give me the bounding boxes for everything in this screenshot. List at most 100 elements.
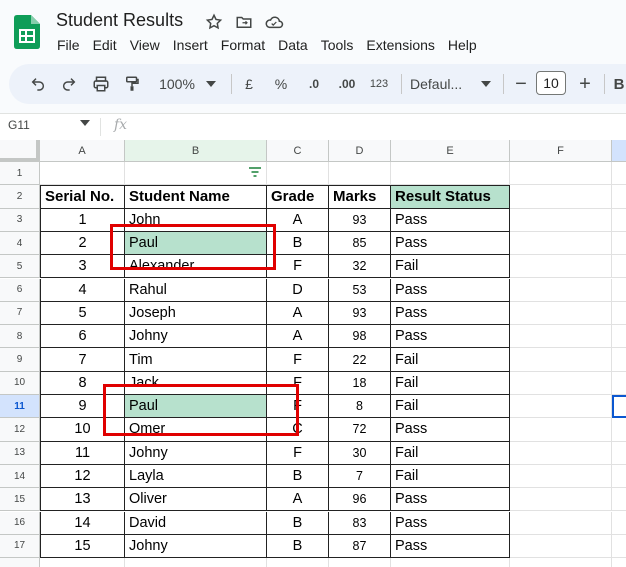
cell-grade[interactable]: F [267, 348, 329, 372]
cell[interactable] [510, 162, 612, 186]
cell-grade[interactable]: D [267, 278, 329, 302]
document-title[interactable]: Student Results [56, 10, 183, 31]
column-header-a[interactable]: A [40, 140, 125, 162]
cell-marks[interactable]: 83 [329, 511, 391, 535]
cell[interactable] [40, 162, 125, 186]
row-header[interactable]: 1 [0, 162, 40, 186]
menu-view[interactable]: View [130, 37, 160, 53]
cell-marks[interactable]: 93 [329, 208, 391, 232]
cell-serial[interactable]: 13 [40, 488, 125, 512]
cell-marks[interactable]: 96 [329, 488, 391, 512]
cell-status[interactable]: Pass [391, 231, 510, 256]
cell[interactable] [125, 558, 267, 567]
menu-tools[interactable]: Tools [321, 37, 354, 53]
menu-format[interactable]: Format [221, 37, 265, 53]
cell-serial[interactable]: 1 [40, 208, 125, 232]
cell-marks[interactable]: 72 [329, 418, 391, 442]
cell-grade[interactable]: B [267, 464, 329, 489]
cell-marks[interactable]: 7 [329, 464, 391, 489]
cell-grade[interactable]: B [267, 511, 329, 535]
increase-decimal-button[interactable]: .00 [333, 64, 361, 104]
cell-status[interactable]: Pass [391, 511, 510, 535]
cell-grade[interactable]: F [267, 441, 329, 465]
cloud-status-icon[interactable] [264, 12, 284, 32]
column-header-g[interactable] [612, 140, 626, 162]
cell-status[interactable]: Fail [391, 255, 510, 279]
cell[interactable] [510, 558, 612, 567]
cell[interactable] [612, 302, 626, 326]
cell[interactable] [510, 325, 612, 349]
cell-status[interactable]: Pass [391, 534, 510, 559]
cell[interactable] [510, 395, 612, 419]
cell-name[interactable]: Johny [125, 441, 267, 465]
cell-name[interactable]: Tim [125, 348, 267, 372]
cell-status[interactable]: Fail [391, 371, 510, 395]
cell[interactable] [612, 162, 626, 186]
row-header[interactable]: 5 [0, 255, 40, 279]
row-header[interactable]: 4 [0, 231, 40, 256]
cell[interactable] [612, 232, 626, 256]
star-icon[interactable] [204, 12, 224, 32]
cell[interactable] [510, 348, 612, 372]
cell-serial[interactable]: 3 [40, 255, 125, 279]
cell-grade[interactable]: A [267, 325, 329, 349]
cell[interactable] [510, 208, 612, 232]
cell[interactable] [510, 255, 612, 279]
cell-name[interactable]: Alexander [125, 255, 267, 279]
cell[interactable] [612, 512, 626, 535]
cell-serial[interactable]: 8 [40, 371, 125, 395]
redo-icon[interactable] [56, 64, 82, 104]
menu-insert[interactable]: Insert [173, 37, 208, 53]
cell-name[interactable]: John [125, 208, 267, 232]
cell-grade[interactable]: B [267, 231, 329, 256]
decrease-font-size-button[interactable]: − [511, 64, 531, 104]
print-icon[interactable] [88, 64, 114, 104]
cell-serial[interactable]: 5 [40, 301, 125, 326]
cell[interactable] [612, 442, 626, 465]
cell[interactable] [510, 231, 612, 256]
row-header[interactable]: 7 [0, 301, 40, 326]
menu-help[interactable]: Help [448, 37, 477, 53]
undo-icon[interactable] [25, 64, 51, 104]
cell-grade[interactable]: F [267, 395, 329, 419]
cell[interactable] [510, 441, 612, 465]
cell-status[interactable]: Fail [391, 464, 510, 489]
cell-status[interactable]: Pass [391, 278, 510, 302]
number-format-button[interactable]: 123 [366, 64, 392, 104]
cell-serial[interactable]: 9 [40, 395, 125, 419]
name-box[interactable]: G11 [8, 118, 30, 132]
sheets-logo-icon[interactable] [14, 15, 40, 49]
increase-font-size-button[interactable]: + [575, 64, 595, 104]
cell-serial[interactable]: 7 [40, 348, 125, 372]
menu-data[interactable]: Data [278, 37, 308, 53]
cell[interactable] [125, 162, 267, 186]
cell[interactable] [40, 558, 125, 567]
cell-status[interactable]: Pass [391, 325, 510, 349]
cell[interactable] [329, 162, 391, 186]
cell-serial[interactable]: 10 [40, 418, 125, 442]
row-header[interactable]: 12 [0, 418, 40, 442]
row-header[interactable]: 2 [0, 185, 40, 209]
cell[interactable] [510, 371, 612, 395]
cell-serial[interactable]: 4 [40, 278, 125, 302]
cell[interactable] [510, 418, 612, 442]
cell-name[interactable]: Layla [125, 464, 267, 489]
cell-name[interactable]: Johny [125, 534, 267, 559]
paint-format-icon[interactable] [119, 64, 145, 104]
cell[interactable] [510, 278, 612, 302]
cell-grade[interactable]: C [267, 418, 329, 442]
cell-status[interactable]: Pass [391, 208, 510, 232]
cell[interactable] [612, 209, 626, 232]
filter-icon[interactable] [248, 167, 262, 177]
cell[interactable] [612, 185, 626, 209]
cell[interactable] [612, 279, 626, 302]
cell[interactable] [267, 162, 329, 186]
chevron-down-icon[interactable] [203, 64, 219, 104]
cell-name[interactable]: Rahul [125, 278, 267, 302]
cell-marks[interactable]: 30 [329, 441, 391, 465]
cell-name[interactable]: Jack [125, 371, 267, 395]
cell-serial[interactable]: 2 [40, 231, 125, 256]
cell[interactable] [391, 162, 510, 186]
font-size-input[interactable]: 10 [536, 71, 566, 95]
cell-status[interactable]: Fail [391, 441, 510, 465]
